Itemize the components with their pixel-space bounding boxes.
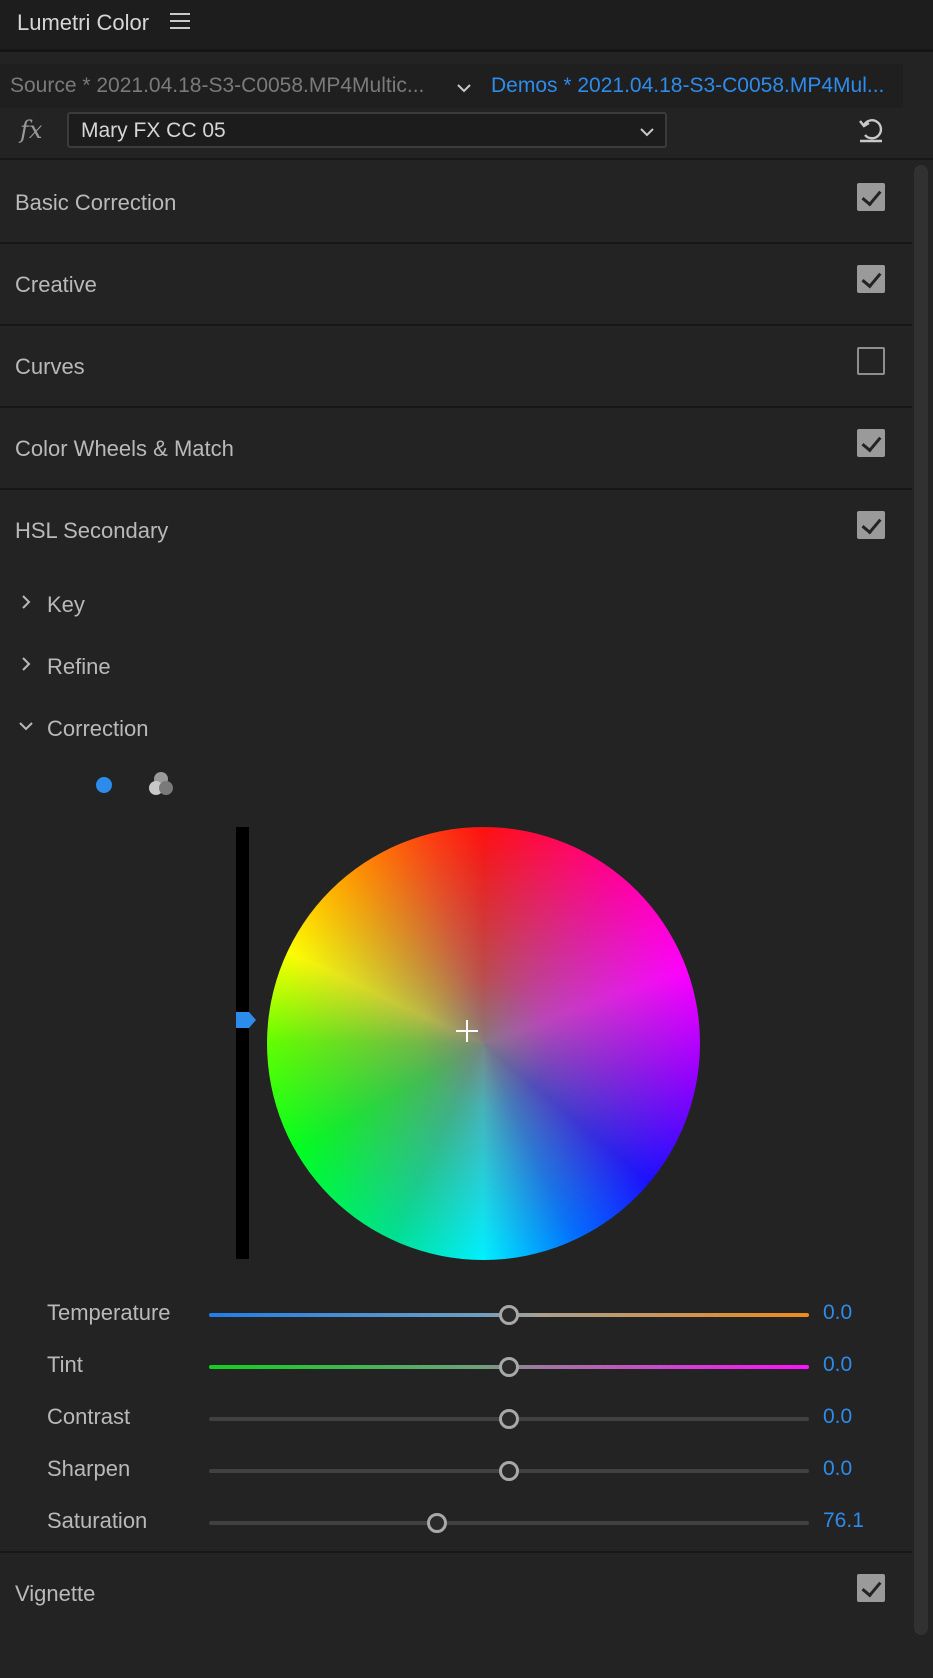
saturation-slider-track[interactable] xyxy=(209,1521,809,1525)
section-creative[interactable]: Creative xyxy=(0,244,912,326)
subsection-label: Key xyxy=(47,592,85,617)
vignette-checkbox[interactable] xyxy=(857,1574,885,1602)
section-label: Color Wheels & Match xyxy=(15,436,234,461)
chevron-right-icon xyxy=(22,657,31,671)
section-basic-correction[interactable]: Basic Correction xyxy=(0,162,912,244)
tint-slider-knob[interactable] xyxy=(499,1357,519,1377)
fx-icon[interactable]: fx xyxy=(20,116,42,144)
slider-row-temperature: Temperature 0.0 xyxy=(0,1293,912,1333)
temperature-slider-knob[interactable] xyxy=(499,1305,519,1325)
section-label: Creative xyxy=(15,272,97,297)
chevron-down-icon xyxy=(640,128,654,137)
subsection-label: Correction xyxy=(47,716,149,741)
section-label: Curves xyxy=(15,354,85,379)
slider-label: Temperature xyxy=(47,1300,171,1325)
reset-icon[interactable] xyxy=(856,114,886,144)
slider-row-tint: Tint 0.0 xyxy=(0,1345,912,1385)
contrast-slider-knob[interactable] xyxy=(499,1409,519,1429)
saturation-value[interactable]: 76.1 xyxy=(823,1509,864,1533)
preset-value: Mary FX CC 05 xyxy=(81,119,226,142)
section-label: Basic Correction xyxy=(15,190,177,215)
subsection-correction[interactable]: Correction xyxy=(0,710,912,750)
saturation-slider-knob[interactable] xyxy=(427,1513,447,1533)
sharpen-value[interactable]: 0.0 xyxy=(823,1457,852,1481)
color-wheels-checkbox[interactable] xyxy=(857,429,885,457)
sharpen-slider-knob[interactable] xyxy=(499,1461,519,1481)
section-hsl-secondary[interactable]: HSL Secondary xyxy=(0,490,912,572)
contrast-value[interactable]: 0.0 xyxy=(823,1405,852,1429)
slider-row-saturation: Saturation 76.1 xyxy=(0,1501,912,1541)
chevron-down-icon[interactable] xyxy=(454,78,474,98)
section-vignette[interactable]: Vignette xyxy=(0,1551,912,1633)
slider-row-sharpen: Sharpen 0.0 xyxy=(0,1449,912,1489)
panel-titlebar: Lumetri Color xyxy=(0,0,933,52)
basic-correction-checkbox[interactable] xyxy=(857,183,885,211)
fx-preset-row: fx Mary FX CC 05 xyxy=(0,108,933,160)
tint-value[interactable]: 0.0 xyxy=(823,1353,852,1377)
color-wheel[interactable] xyxy=(267,827,700,1260)
hamburger-menu-icon[interactable] xyxy=(170,13,190,33)
three-way-mode-icon[interactable] xyxy=(147,770,175,798)
curves-checkbox[interactable] xyxy=(857,347,885,375)
wheel-crosshair-icon[interactable] xyxy=(456,1020,478,1042)
chevron-right-icon xyxy=(22,595,31,609)
subsection-key[interactable]: Key xyxy=(0,586,912,626)
preset-dropdown[interactable]: Mary FX CC 05 xyxy=(67,112,667,148)
slider-label: Contrast xyxy=(47,1404,131,1429)
temperature-value[interactable]: 0.0 xyxy=(823,1301,852,1325)
slider-label: Saturation xyxy=(47,1508,148,1533)
slider-row-contrast: Contrast 0.0 xyxy=(0,1397,912,1437)
vertical-scrollbar[interactable] xyxy=(914,165,928,1635)
single-wheel-mode-icon[interactable] xyxy=(96,777,112,793)
luminance-slider-track[interactable] xyxy=(236,827,249,1259)
subsection-refine[interactable]: Refine xyxy=(0,648,912,688)
panel-title: Lumetri Color xyxy=(17,10,150,35)
section-label: Vignette xyxy=(15,1581,96,1606)
tab-active-sequence-clip[interactable]: Demos * 2021.04.18-S3-C0058.MP4Mul... xyxy=(491,74,884,98)
slider-label: Sharpen xyxy=(47,1456,131,1481)
hsl-secondary-checkbox[interactable] xyxy=(857,511,885,539)
section-label: HSL Secondary xyxy=(15,518,169,543)
slider-label: Tint xyxy=(47,1352,83,1377)
subsection-label: Refine xyxy=(47,654,111,679)
tab-source-clip[interactable]: Source * 2021.04.18-S3-C0058.MP4Multic..… xyxy=(10,74,424,98)
luminance-slider-handle[interactable] xyxy=(236,1011,256,1029)
creative-checkbox[interactable] xyxy=(857,265,885,293)
clip-tab-row: Source * 2021.04.18-S3-C0058.MP4Multic..… xyxy=(0,64,903,112)
section-color-wheels-match[interactable]: Color Wheels & Match xyxy=(0,408,912,490)
chevron-down-icon xyxy=(19,722,33,731)
section-curves[interactable]: Curves xyxy=(0,326,912,408)
